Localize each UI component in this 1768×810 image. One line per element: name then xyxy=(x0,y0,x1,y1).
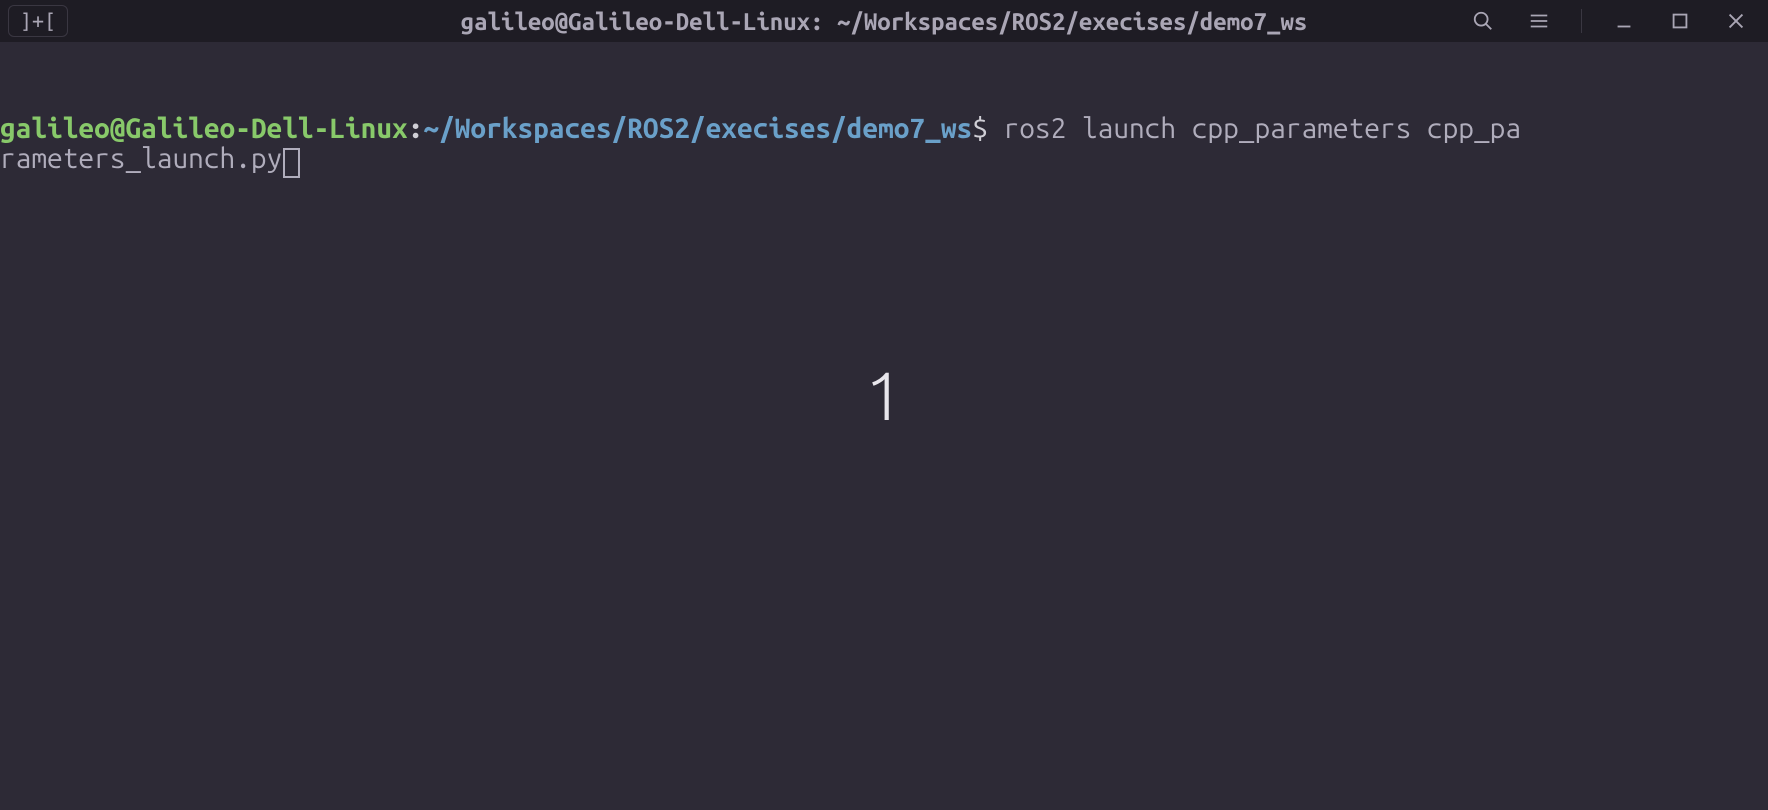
titlebar: ]+[ galileo@Galileo-Dell-Linux: ~/Worksp… xyxy=(0,0,1768,42)
workspace-indicator: 1 xyxy=(865,357,903,433)
titlebar-divider xyxy=(1581,9,1582,33)
minimize-icon[interactable] xyxy=(1610,7,1638,35)
prompt-colon: : xyxy=(408,113,424,144)
window-title: galileo@Galileo-Dell-Linux: ~/Workspaces… xyxy=(461,8,1308,35)
prompt-line: galileo@Galileo-Dell-Linux:~/Workspaces/… xyxy=(0,52,1768,237)
prompt-user-host: galileo@Galileo-Dell-Linux xyxy=(0,113,408,144)
command-text-row2: rameters_launch.py xyxy=(0,143,282,174)
hamburger-menu-icon[interactable] xyxy=(1525,7,1553,35)
new-tab-button[interactable]: ]+[ xyxy=(8,5,68,37)
terminal-area[interactable]: galileo@Galileo-Dell-Linux:~/Workspaces/… xyxy=(0,42,1768,237)
titlebar-controls xyxy=(1469,7,1760,35)
new-tab-label: ]+[ xyxy=(20,9,56,33)
prompt-cwd: ~/Workspaces/ROS2/execises/demo7_ws xyxy=(423,113,972,144)
close-icon[interactable] xyxy=(1722,7,1750,35)
search-icon[interactable] xyxy=(1469,7,1497,35)
command-text-row1: ros2 launch cpp_parameters cpp_pa xyxy=(1004,113,1521,144)
cursor-icon xyxy=(283,148,300,178)
prompt-dollar: $ xyxy=(972,113,1003,144)
maximize-icon[interactable] xyxy=(1666,7,1694,35)
